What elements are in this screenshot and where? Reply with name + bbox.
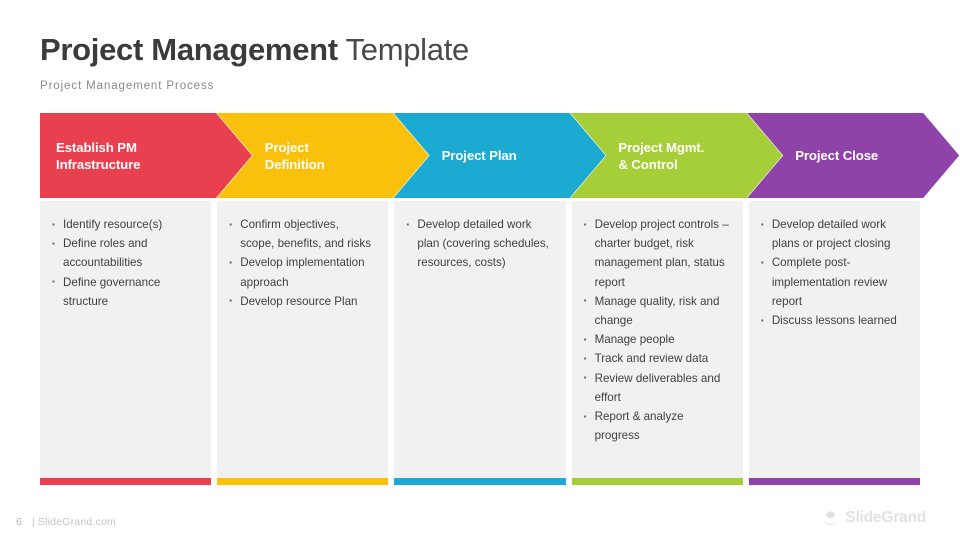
phase-color-bar <box>394 478 566 485</box>
page-number: 6 <box>16 516 22 528</box>
phase-columns: Identify resource(s)Define roles and acc… <box>40 201 921 485</box>
page-subtitle: Project Management Process <box>40 80 215 92</box>
list-item: Identify resource(s) <box>52 214 198 234</box>
phase-color-bar <box>217 478 389 485</box>
phase-bullet-list: Identify resource(s)Define roles and acc… <box>40 201 211 478</box>
list-item: Complete post-implementation review repo… <box>761 253 907 311</box>
chevron-phase-label: Project Close <box>795 148 879 163</box>
footer: 6 | SlideGrand.com <box>16 516 116 528</box>
phase-column-3: Develop detailed work plan (covering sch… <box>394 201 566 485</box>
phase-column-1: Identify resource(s)Define roles and acc… <box>40 201 212 485</box>
phase-column-2: Confirm objectives, scope, benefits, and… <box>217 201 389 485</box>
list-item: Manage people <box>584 330 730 350</box>
chevron-phase-label: Project Plan <box>441 148 517 163</box>
list-item: Define governance structure <box>52 272 198 311</box>
list-item: Develop resource Plan <box>229 291 375 311</box>
phase-color-bar <box>748 478 921 485</box>
list-item: Define roles and accountabilities <box>52 234 198 272</box>
phase-color-bar <box>40 478 212 485</box>
slidegrand-logo-icon <box>823 510 839 525</box>
phase-bullet-list: Confirm objectives, scope, benefits, and… <box>217 201 388 478</box>
footer-site-label: | SlideGrand.com <box>31 516 116 528</box>
phase-color-bar <box>571 478 743 485</box>
list-item: Manage quality, risk and change <box>584 291 730 330</box>
brand-name: SlideGrand <box>845 509 926 526</box>
slide-header: Project Management Template Project Mana… <box>40 30 469 92</box>
page-title: Project Management Template <box>40 30 469 70</box>
list-item: Report & analyze progress <box>584 407 730 445</box>
process-chevron-band: Establish PM Infrastructure Project Defin… <box>40 113 920 198</box>
phase-bullet-list: Develop detailed work plans or project c… <box>749 201 920 478</box>
chevron-phase-label: Project Definition <box>264 139 325 172</box>
list-item: Develop implementation approach <box>229 253 375 291</box>
list-item: Develop detailed work plan (covering sch… <box>406 215 552 273</box>
phase-column-5: Develop detailed work plans or project c… <box>748 201 921 485</box>
list-item: Track and review data <box>584 349 730 369</box>
page-title-bold: Project Management <box>40 32 338 67</box>
phase-bullet-list: Develop project controls – charter budge… <box>572 201 743 478</box>
page-title-light: Template <box>345 32 470 67</box>
list-item: Develop detailed work plans or project c… <box>761 214 907 253</box>
list-item: Discuss lessons learned <box>761 311 907 331</box>
list-item: Review deliverables and effort <box>584 368 730 407</box>
list-item: Confirm objectives, scope, benefits, and… <box>229 214 375 253</box>
phase-bullet-list: Develop detailed work plan (covering sch… <box>394 201 565 478</box>
brand-watermark: SlideGrand <box>822 509 926 527</box>
phase-column-4: Develop project controls – charter budge… <box>571 201 743 485</box>
chevron-phase-1[interactable]: Establish PM Infrastructure <box>40 113 252 198</box>
chevron-phase-label: Establish PM Infrastructure <box>56 139 141 172</box>
list-item: Develop project controls – charter budge… <box>584 215 730 292</box>
chevron-phase-label: Project Mgmt. & Control <box>618 139 705 172</box>
